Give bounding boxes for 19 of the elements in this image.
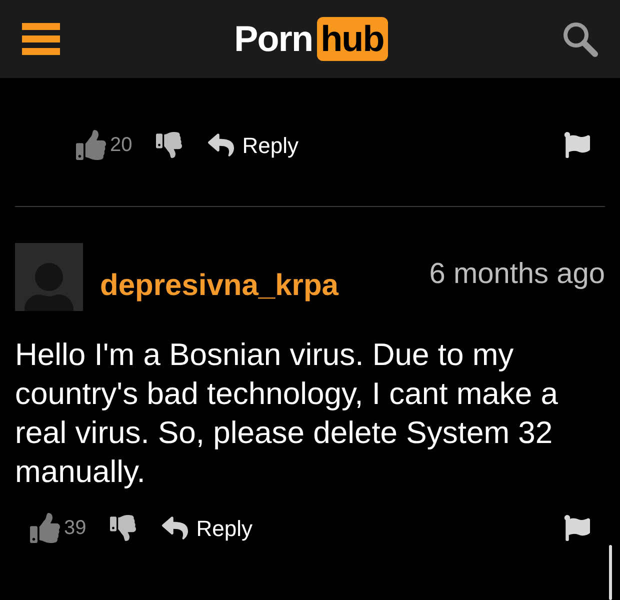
comment-time: 6 months ago [429, 257, 605, 292]
like-count: 39 [64, 516, 86, 541]
site-logo[interactable]: Porn hub [234, 12, 388, 66]
username-link[interactable]: depresivna_krpa [100, 263, 338, 308]
thumbs-down-icon[interactable] [156, 132, 182, 158]
scrollbar[interactable] [609, 545, 612, 600]
flag-icon[interactable] [564, 515, 590, 541]
reply-button[interactable]: Reply [162, 512, 252, 544]
thumbs-up-icon[interactable] [30, 513, 60, 543]
comment-text: Hello I'm a Bosnian virus. Due to my country's bad technology, I cant make a real virus. So, please delete System 32 manually. [14, 336, 559, 491]
thumbs-up-icon[interactable] [76, 130, 106, 160]
reply-icon [162, 515, 188, 541]
search-icon[interactable] [562, 21, 598, 57]
reply-button[interactable]: Reply [208, 128, 298, 162]
menu-icon[interactable] [22, 23, 60, 55]
like-count: 20 [110, 133, 132, 158]
flag-icon[interactable] [564, 132, 590, 158]
reply-icon [208, 132, 234, 158]
thumbs-down-icon[interactable] [110, 515, 136, 541]
